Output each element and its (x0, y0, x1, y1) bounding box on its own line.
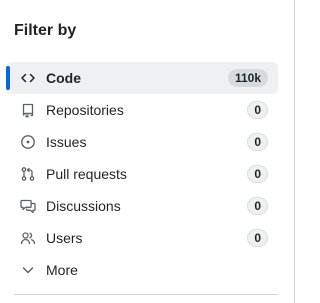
filter-count-badge: 0 (247, 197, 268, 215)
filter-item-discussions[interactable]: Discussions 0 (6, 190, 278, 222)
filter-count-badge: 0 (247, 165, 268, 183)
filter-item-users[interactable]: Users 0 (6, 222, 278, 254)
filter-sidebar: Filter by Code 110k Repositories 0 Issue… (0, 0, 294, 303)
filter-list: Code 110k Repositories 0 Issues 0 Pull r… (6, 62, 278, 286)
filter-count-badge: 110k (227, 69, 268, 87)
git-pull-request-icon (20, 166, 36, 182)
people-icon (20, 230, 36, 246)
filter-item-label: Users (46, 230, 83, 246)
filter-item-label: Pull requests (46, 166, 127, 182)
filter-item-repositories[interactable]: Repositories 0 (6, 94, 278, 126)
filter-item-label: Code (46, 70, 81, 86)
filter-item-pull-requests[interactable]: Pull requests 0 (6, 158, 278, 190)
comment-discussion-icon (20, 198, 36, 214)
issue-opened-icon (20, 134, 36, 150)
filter-item-issues[interactable]: Issues 0 (6, 126, 278, 158)
filter-count-badge: 0 (247, 133, 268, 151)
code-icon (20, 70, 36, 86)
filter-count-badge: 0 (247, 229, 268, 247)
filter-item-label: Repositories (46, 102, 124, 118)
filter-item-label: More (46, 262, 78, 278)
filter-item-label: Issues (46, 134, 87, 150)
filter-item-more[interactable]: More (6, 254, 278, 286)
divider (14, 294, 278, 295)
sidebar-border (294, 0, 295, 303)
filter-item-code[interactable]: Code 110k (6, 62, 278, 94)
filter-title: Filter by (14, 22, 77, 39)
filter-item-label: Discussions (46, 198, 121, 214)
active-indicator (6, 66, 10, 90)
chevron-down-icon (20, 262, 36, 278)
filter-count-badge: 0 (247, 101, 268, 119)
repo-icon (20, 102, 36, 118)
